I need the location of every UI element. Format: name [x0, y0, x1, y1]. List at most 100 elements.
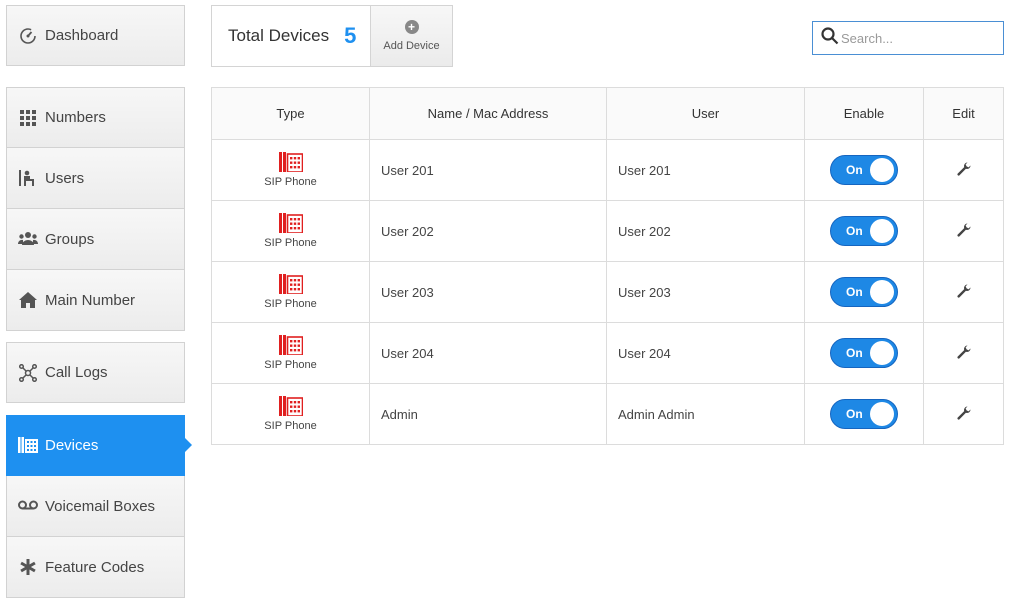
device-user-cell: User 202: [606, 200, 805, 262]
toggle-label: On: [846, 346, 863, 360]
enable-toggle[interactable]: On: [830, 399, 898, 429]
toggle-label: On: [846, 163, 863, 177]
enable-cell: On: [804, 139, 924, 201]
devices-table: Type Name / Mac Address User Enable Edit…: [211, 87, 1004, 445]
search-box: [812, 21, 1004, 55]
enable-toggle[interactable]: On: [830, 338, 898, 368]
edit-cell: [923, 261, 1004, 323]
table-row: SIP Phone Admin Admin Admin On: [211, 383, 1004, 445]
type-cell: SIP Phone: [211, 261, 370, 323]
toggle-label: On: [846, 407, 863, 421]
device-user-cell: User 203: [606, 261, 805, 323]
edit-cell: [923, 322, 1004, 384]
sidebar-item-label: Call Logs: [45, 364, 108, 381]
plus-circle-icon: +: [404, 20, 419, 34]
total-devices-label: Total Devices: [228, 26, 330, 45]
wrench-icon[interactable]: [956, 345, 971, 362]
device-type-label: SIP Phone: [264, 237, 317, 249]
group-icon: [17, 229, 39, 249]
table-row: SIP Phone User 203 User 203 On: [211, 261, 1004, 323]
voicemail-icon: [17, 496, 39, 516]
sidebar-spacer: [6, 403, 185, 415]
sidebar-item-label: Devices: [45, 436, 99, 454]
total-devices-panel: Total Devices 5 + Add Device: [211, 5, 453, 67]
type-cell: SIP Phone: [211, 139, 370, 201]
enable-cell: On: [804, 261, 924, 323]
add-device-label: Add Device: [383, 40, 440, 52]
device-type-label: SIP Phone: [264, 298, 317, 310]
enable-toggle[interactable]: On: [830, 216, 898, 246]
table-header-row: Type Name / Mac Address User Enable Edit: [211, 87, 1004, 140]
grid-icon: [17, 108, 39, 128]
device-name-cell: User 204: [369, 322, 607, 384]
type-cell: SIP Phone: [211, 322, 370, 384]
user-seat-icon: [17, 168, 39, 188]
search-input[interactable]: [841, 30, 1001, 46]
sidebar-item-label: Users: [45, 169, 85, 187]
toggle-knob: [870, 280, 894, 304]
sidebar-item-feature-codes[interactable]: Feature Codes: [6, 537, 185, 598]
device-name-cell: User 202: [369, 200, 607, 262]
column-header-user[interactable]: User: [606, 87, 805, 140]
column-header-enable[interactable]: Enable: [804, 87, 924, 140]
sip-phone-icon: [278, 213, 303, 233]
enable-cell: On: [804, 200, 924, 262]
sidebar-item-main-number[interactable]: Main Number: [6, 270, 185, 331]
edit-cell: [923, 383, 1004, 445]
sidebar-item-label: Main Number: [45, 291, 136, 309]
sidebar-item-label: Numbers: [45, 109, 106, 126]
sidebar-item-groups[interactable]: Groups: [6, 209, 185, 270]
sidebar-group-main: Numbers Users Groups Main Number: [6, 87, 185, 331]
sidebar-item-label: Dashboard: [45, 27, 119, 44]
enable-cell: On: [804, 322, 924, 384]
enable-toggle[interactable]: On: [830, 277, 898, 307]
add-device-button[interactable]: + Add Device: [370, 6, 452, 66]
toggle-label: On: [846, 285, 863, 299]
sidebar-item-label: Groups: [45, 230, 95, 248]
sip-phone-icon: [278, 152, 303, 172]
column-header-type[interactable]: Type: [211, 87, 370, 140]
network-icon: [17, 363, 39, 383]
edit-cell: [923, 139, 1004, 201]
sidebar-item-users[interactable]: Users: [6, 148, 185, 209]
wrench-icon[interactable]: [956, 406, 971, 423]
device-name-cell: User 201: [369, 139, 607, 201]
toggle-knob: [870, 341, 894, 365]
toggle-label: On: [846, 224, 863, 238]
wrench-icon[interactable]: [956, 284, 971, 301]
edit-cell: [923, 200, 1004, 262]
type-cell: SIP Phone: [211, 200, 370, 262]
column-header-name[interactable]: Name / Mac Address: [369, 87, 607, 140]
table-row: SIP Phone User 201 User 201 On: [211, 139, 1004, 201]
sidebar-group-features: Call Logs Devices Voicemail Boxes Featur…: [6, 342, 192, 598]
total-devices-count: 5: [344, 23, 357, 48]
enable-toggle[interactable]: On: [830, 155, 898, 185]
sidebar-item-call-logs[interactable]: Call Logs: [6, 342, 185, 403]
type-cell: SIP Phone: [211, 383, 370, 445]
device-user-cell: Admin Admin: [606, 383, 805, 445]
sidebar-group-dashboard: Dashboard: [6, 5, 185, 66]
device-user-cell: User 204: [606, 322, 805, 384]
sidebar-item-voicemail-boxes[interactable]: Voicemail Boxes: [6, 476, 185, 537]
table-row: SIP Phone User 204 User 204 On: [211, 322, 1004, 384]
toggle-knob: [870, 219, 894, 243]
device-user-cell: User 201: [606, 139, 805, 201]
sidebar-item-numbers[interactable]: Numbers: [6, 87, 185, 148]
device-type-label: SIP Phone: [264, 420, 317, 432]
sidebar-item-label: Feature Codes: [45, 558, 145, 576]
device-name-cell: Admin: [369, 383, 607, 445]
sip-phone-icon: [278, 335, 303, 355]
device-type-label: SIP Phone: [264, 176, 317, 188]
sidebar-item-dashboard[interactable]: Dashboard: [6, 5, 185, 66]
toggle-knob: [870, 158, 894, 182]
table-row: SIP Phone User 202 User 202 On: [211, 200, 1004, 262]
asterisk-icon: [17, 557, 39, 577]
toggle-knob: [870, 402, 894, 426]
device-type-label: SIP Phone: [264, 359, 317, 371]
wrench-icon[interactable]: [956, 223, 971, 240]
device-icon: [17, 435, 39, 455]
column-header-edit[interactable]: Edit: [923, 87, 1004, 140]
wrench-icon[interactable]: [956, 162, 971, 179]
sidebar-item-devices[interactable]: Devices: [6, 415, 192, 476]
device-name-cell: User 203: [369, 261, 607, 323]
